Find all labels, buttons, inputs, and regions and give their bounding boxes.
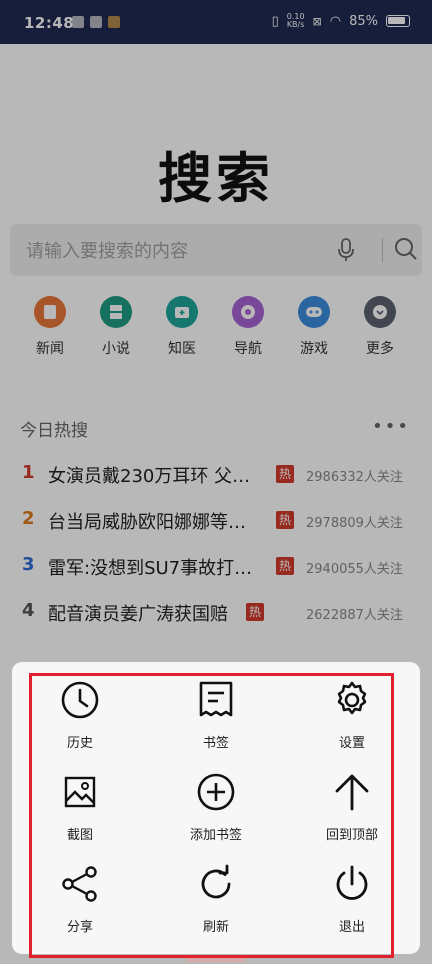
power-icon	[330, 862, 374, 906]
menu-history-button[interactable]: 历史	[20, 678, 140, 751]
menu-settings-button[interactable]: 设置	[292, 678, 412, 751]
add-circle-icon	[194, 770, 238, 814]
menu-label: 历史	[66, 736, 93, 751]
menu-share-button[interactable]: 分享	[20, 862, 140, 935]
menu-exit-button[interactable]: 退出	[292, 862, 412, 935]
image-icon	[58, 770, 102, 814]
refresh-icon	[194, 862, 238, 906]
gear-icon	[330, 678, 374, 722]
clock-icon	[58, 678, 102, 722]
menu-refresh-button[interactable]: 刷新	[156, 862, 276, 935]
bottom-menu-sheet: 历史 书签 设置 截图 添加书签 回到顶部 分享 刷新 退出	[12, 662, 420, 954]
menu-label: 书签	[202, 736, 229, 751]
menu-back-to-top-button[interactable]: 回到顶部	[292, 770, 412, 843]
share-icon	[58, 862, 102, 906]
menu-add-bookmark-button[interactable]: 添加书签	[156, 770, 276, 843]
menu-label: 添加书签	[189, 828, 242, 843]
menu-label: 回到顶部	[325, 828, 378, 843]
arrow-up-icon	[330, 770, 374, 814]
menu-label: 退出	[338, 920, 365, 935]
menu-label: 设置	[338, 736, 365, 751]
menu-bookmarks-button[interactable]: 书签	[156, 678, 276, 751]
menu-label: 截图	[66, 828, 93, 843]
menu-label: 刷新	[202, 920, 229, 935]
home-indicator	[186, 958, 246, 962]
bookmark-receipt-icon	[194, 678, 238, 722]
menu-screenshot-button[interactable]: 截图	[20, 770, 140, 843]
menu-label: 分享	[66, 920, 93, 935]
